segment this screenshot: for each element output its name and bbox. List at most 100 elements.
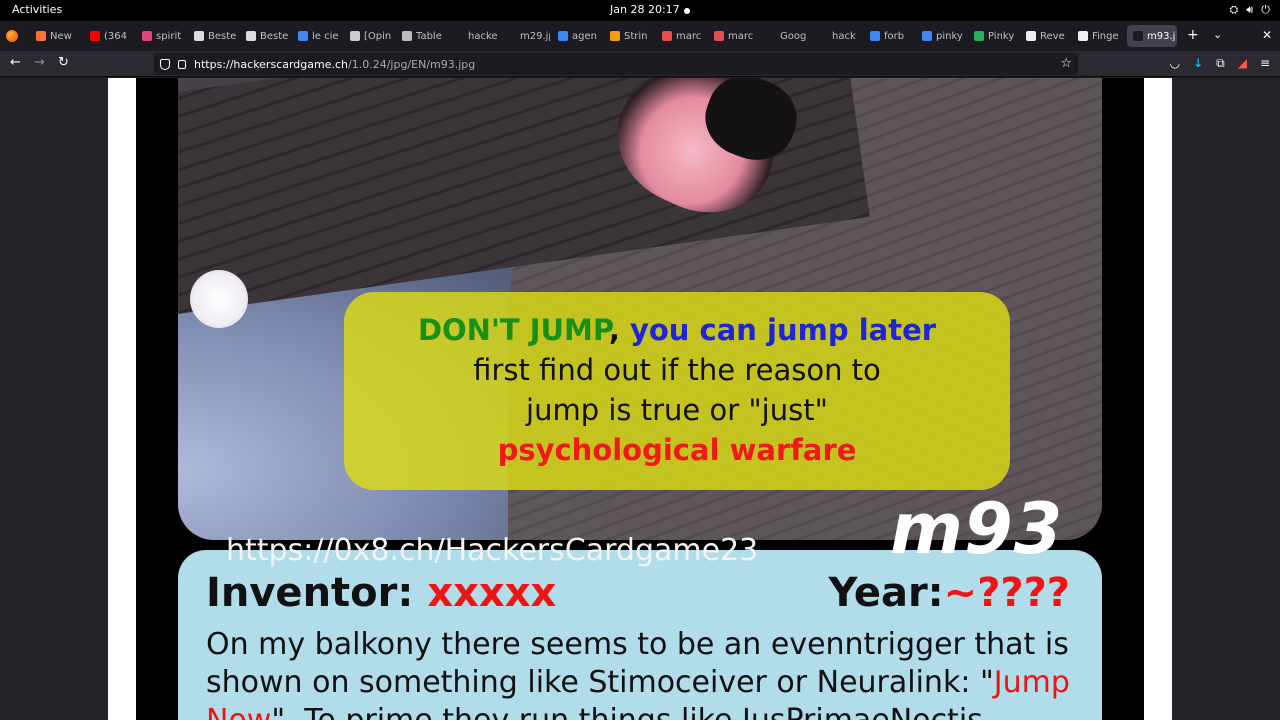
browser-tab[interactable]: [Opin [344, 25, 394, 47]
addon-icon[interactable]: ◢ [1238, 56, 1247, 71]
tab-favicon-icon [1078, 31, 1088, 41]
tab-label: Strin [624, 30, 648, 42]
tab-favicon-icon [610, 31, 620, 41]
tracking-shield-icon[interactable] [160, 58, 170, 70]
lock-icon[interactable] [178, 59, 186, 69]
browser-tab[interactable]: Reve [1020, 25, 1070, 47]
tab-favicon-icon [766, 31, 776, 41]
browser-tab[interactable]: Pinky [968, 25, 1018, 47]
desc-part-2: ". To prime they run things like IusPrim… [271, 703, 982, 720]
browser-tab[interactable]: New [30, 25, 80, 47]
tab-label: marc [676, 30, 702, 42]
tab-label: Finge [1092, 30, 1119, 42]
navigation-bar: ← → ↻ https://hackerscardgame.ch/1.0.24/… [0, 51, 1280, 77]
tab-favicon-icon [818, 31, 828, 41]
tab-favicon-icon [714, 31, 724, 41]
network-icon: ⛭ [1229, 3, 1239, 16]
activities-button[interactable]: Activities [12, 3, 62, 16]
tab-favicon-icon [36, 31, 46, 41]
toolbar-icons: ◡ ↓ ⧉ ◢ ≡ [1170, 56, 1270, 71]
page-viewport[interactable]: DON'T JUMP, you can jump later first fin… [0, 78, 1280, 720]
system-tray[interactable]: ⛭ 🔊︎ ⏻ [1230, 3, 1270, 17]
tab-label: (364 [104, 30, 127, 42]
firefox-view-icon[interactable] [6, 30, 18, 42]
bubble-jump-later: you can jump later [629, 313, 937, 347]
tab-label: hackersc [468, 30, 498, 42]
card-description: On my balkony there seems to be an evenn… [206, 626, 1086, 720]
tab-favicon-icon [350, 31, 360, 41]
browser-tab[interactable]: Goog [760, 25, 810, 47]
tab-list-chevron-icon[interactable]: ⌄ [1213, 28, 1222, 42]
back-button[interactable]: ← [10, 56, 21, 70]
url-text[interactable]: https://hackerscardgame.ch/1.0.24/jpg/EN… [194, 58, 475, 71]
menu-icon[interactable]: ≡ [1260, 56, 1270, 71]
pocket-icon[interactable]: ◡ [1170, 56, 1180, 71]
browser-tab[interactable]: Strin [604, 25, 654, 47]
tab-favicon-icon [298, 31, 308, 41]
card-artwork: DON'T JUMP, you can jump later first fin… [178, 78, 1102, 540]
tab-favicon-icon [1026, 31, 1036, 41]
browser-tab[interactable]: marc [708, 25, 758, 47]
art-moon [190, 270, 248, 328]
tab-label: hack [832, 30, 856, 42]
browser-tab[interactable]: Beste [188, 25, 238, 47]
browser-tab[interactable]: le cie [292, 25, 342, 47]
window-close-icon[interactable]: ✕ [1262, 28, 1272, 42]
tab-label: [Opin [364, 30, 392, 42]
browser-tab[interactable]: m93.j✕ [1127, 25, 1177, 47]
year-value: ~???? [943, 570, 1070, 616]
tab-label: Beste [208, 30, 237, 42]
browser-tab[interactable]: Table [396, 25, 446, 47]
browser-tab[interactable]: pinky [916, 25, 966, 47]
speech-bubble: DON'T JUMP, you can jump later first fin… [344, 292, 1010, 490]
tab-favicon-icon [506, 31, 516, 41]
browser-tab[interactable]: Beste [240, 25, 290, 47]
tab-label: agen [572, 30, 597, 42]
downloads-icon[interactable]: ↓ [1193, 56, 1203, 71]
url-host: https://hackerscardgame.ch [194, 57, 349, 71]
notification-dot [684, 8, 690, 14]
tab-label: Goog [780, 30, 807, 42]
browser-tab[interactable]: Finge [1072, 25, 1122, 47]
tab-label: m93.j [1147, 30, 1176, 42]
browser-tab[interactable]: (364 [84, 25, 134, 47]
tab-favicon-icon [402, 31, 412, 41]
browser-tab[interactable]: agen [552, 25, 602, 47]
tab-label: marc [728, 30, 754, 42]
system-top-bar: Activities Jan 28 20:17 ⛭ 🔊︎ ⏻ [0, 0, 1280, 21]
tab-label: spirit [156, 30, 182, 42]
clock[interactable]: Jan 28 20:17 [610, 3, 680, 16]
bubble-comma: , [608, 313, 630, 347]
reload-button[interactable]: ↻ [58, 56, 69, 70]
bubble-line-2: first find out if the reason to [473, 353, 881, 387]
bubble-line-1: DON'T JUMP, you can jump later [344, 310, 1010, 350]
inventor-line: Inventor: xxxxx [206, 570, 556, 616]
tab-label: le cie [312, 30, 339, 42]
address-bar[interactable]: https://hackerscardgame.ch/1.0.24/jpg/EN… [154, 53, 1078, 75]
tab-label: Reve [1040, 30, 1065, 42]
browser-tab[interactable]: marc [656, 25, 706, 47]
volume-icon: 🔊︎ [1246, 3, 1254, 16]
card-id: m93 [890, 488, 1064, 570]
inventor-value: xxxxx [427, 570, 557, 616]
browser-tab[interactable]: spirit [136, 25, 186, 47]
extensions-icon[interactable]: ⧉ [1216, 56, 1225, 71]
url-path: /1.0.24/jpg/EN/m93.jpg [348, 57, 476, 71]
tab-favicon-icon [1133, 31, 1143, 41]
tab-favicon-icon [870, 31, 880, 41]
tab-label: forb [884, 30, 905, 42]
tab-favicon-icon [454, 31, 464, 41]
browser-tab[interactable]: forb [864, 25, 914, 47]
browser-tab[interactable]: hack [812, 25, 862, 47]
tab-label: pinky [936, 30, 963, 42]
inventor-label: Inventor: [206, 570, 414, 616]
browser-tab[interactable]: m29.jpg [500, 25, 550, 47]
new-tab-button[interactable]: + [1187, 28, 1199, 42]
tab-label: Pinky [988, 30, 1015, 42]
forward-button[interactable]: → [34, 56, 45, 70]
bubble-line-3: jump is true or "just" [526, 393, 828, 427]
year-line: Year:~???? [829, 570, 1070, 616]
tab-favicon-icon [974, 31, 984, 41]
bookmark-star-icon[interactable]: ☆ [1060, 56, 1072, 71]
browser-tab[interactable]: hackersc [448, 25, 498, 47]
